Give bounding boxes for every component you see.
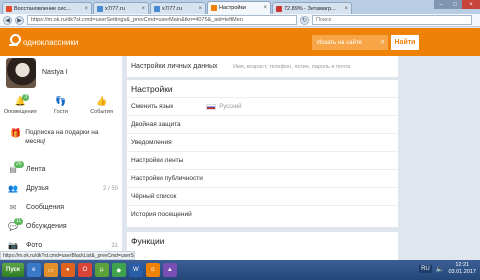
- sidebar-item-messages[interactable]: ✉ Сообщения: [0, 198, 122, 217]
- close-window-icon[interactable]: ×: [462, 0, 480, 9]
- notifications-badge: 3: [22, 94, 30, 101]
- tab-favicon-icon: [276, 5, 282, 12]
- close-tab-icon[interactable]: ×: [84, 6, 88, 12]
- language-value: Русский: [219, 103, 242, 110]
- browser-status-bar: https://m.ok.ru/dk?st.cmd=userBlackList&…: [0, 251, 135, 260]
- settings-row-visit-history[interactable]: История посещений: [127, 205, 398, 223]
- site-search-input[interactable]: Искать на сайте ⌕: [312, 35, 388, 50]
- settings-title: Настройки: [131, 84, 173, 94]
- browser-tab[interactable]: Восстановление сес... ×: [2, 2, 92, 14]
- ok-app-icon[interactable]: o: [145, 263, 160, 277]
- settings-row-notifications[interactable]: Уведомления: [127, 133, 398, 151]
- word-icon[interactable]: W: [128, 263, 143, 277]
- personal-data-row[interactable]: Настройки личных данных Имя, возраст, те…: [127, 56, 398, 77]
- browser-tab[interactable]: x7/77.ru ×: [93, 2, 149, 14]
- tab-favicon-icon: [211, 5, 217, 11]
- russian-flag-icon: [206, 103, 217, 110]
- tab-favicon-icon: [97, 5, 103, 12]
- forward-icon[interactable]: ▶: [15, 15, 24, 25]
- functions-title: Функции: [131, 236, 165, 246]
- address-bar: ◀ ▶ https://m.ok.ru/dk?st.cmd=userSettin…: [0, 14, 480, 27]
- clock[interactable]: 12:21 03.01.2017: [448, 262, 476, 276]
- close-tab-icon[interactable]: ×: [263, 5, 267, 11]
- settings-card: Настройки Сменить язык Русский Двойная з…: [127, 80, 398, 227]
- back-icon[interactable]: ◀: [3, 15, 12, 25]
- paint-icon[interactable]: ▲: [162, 263, 177, 277]
- green-app-icon[interactable]: ◆: [111, 263, 126, 277]
- folder-icon[interactable]: ▭: [43, 263, 58, 277]
- utorrent-icon[interactable]: µ: [94, 263, 109, 277]
- friends-count: 2 / 50: [102, 185, 118, 192]
- photo-count: 31: [111, 242, 118, 249]
- close-tab-icon[interactable]: ×: [344, 6, 348, 12]
- firefox-icon[interactable]: ●: [60, 263, 75, 277]
- opera-icon[interactable]: O: [77, 263, 92, 277]
- settings-content: Настройки личных данных Имя, возраст, те…: [127, 56, 398, 260]
- language-indicator[interactable]: RU: [419, 265, 432, 273]
- browser-tab-active[interactable]: Настройки ×: [207, 1, 271, 14]
- browser-tab[interactable]: x7/77.ru ×: [150, 2, 206, 14]
- friends-icon: 👥: [8, 184, 18, 193]
- tab-favicon-icon: [6, 5, 12, 12]
- find-button[interactable]: Найти: [391, 35, 419, 50]
- messages-icon: ✉: [9, 203, 17, 212]
- site-brand[interactable]: одноклассники: [23, 38, 78, 47]
- minimize-icon[interactable]: –: [434, 0, 448, 9]
- settings-row-blacklist[interactable]: Чёрный список: [127, 187, 398, 205]
- browser-search-field[interactable]: Поиск: [312, 15, 472, 25]
- close-tab-icon[interactable]: ×: [141, 6, 145, 12]
- sidebar-item-discussions[interactable]: 💬 11 Обсуждения: [0, 217, 122, 236]
- reload-icon[interactable]: ↻: [300, 15, 309, 25]
- start-button[interactable]: Пуск: [2, 263, 24, 277]
- site-header: одноклассники Искать на сайте ⌕ Найти: [0, 28, 480, 56]
- volume-icon[interactable]: 🔈: [436, 265, 445, 273]
- functions-card: Функции: [127, 232, 398, 260]
- search-icon: ⌕: [380, 37, 385, 46]
- avatar[interactable]: [6, 58, 36, 88]
- events-icon: 👍: [96, 96, 108, 106]
- browser-tab-bar: Восстановление сес... × x7/77.ru × x7/77.r…: [0, 0, 480, 14]
- counter-events[interactable]: 👍 События: [84, 96, 120, 120]
- discussions-badge: 11: [14, 218, 24, 225]
- settings-row-publicity[interactable]: Настройки публичности: [127, 169, 398, 187]
- counter-notifications[interactable]: 🔔 3 Оповещения: [2, 94, 38, 120]
- settings-row-language[interactable]: Сменить язык Русский: [127, 97, 398, 115]
- browser-tab[interactable]: 72.89% - Зетамагр... ×: [272, 2, 352, 14]
- settings-row-two-factor[interactable]: Двойная защита: [127, 115, 398, 133]
- profile-counters: 🔔 3 Оповещения 👣 Гости 👍 События: [0, 94, 122, 120]
- feed-badge: 26: [14, 161, 24, 168]
- sidebar-item-friends[interactable]: 👥 Друзья 2 / 50: [0, 179, 122, 198]
- ie-icon[interactable]: e: [26, 263, 41, 277]
- windows-taskbar: Пуск e ▭ ● O µ ◆ W o ▲ RU 🔈 12:21 03.01.…: [0, 260, 480, 280]
- gift-subscription-link[interactable]: 🎁 Подписка на подарки на месяц!: [10, 128, 118, 146]
- user-name[interactable]: Nastya I: [42, 69, 68, 76]
- sidebar-item-feed[interactable]: ▤ 26 Лента: [0, 160, 122, 179]
- close-tab-icon[interactable]: ×: [198, 6, 202, 12]
- photo-icon: 📷: [8, 241, 18, 250]
- system-tray: RU 🔈 12:21 03.01.2017: [419, 262, 476, 276]
- ok-logo-icon[interactable]: [8, 34, 21, 50]
- maximize-icon[interactable]: □: [448, 0, 462, 9]
- settings-row-feed[interactable]: Настройки ленты: [127, 151, 398, 169]
- url-field[interactable]: https://m.ok.ru/dk?st.cmd=userSettings&_…: [27, 15, 297, 25]
- window-controls: – □ ×: [434, 0, 480, 9]
- footprints-icon: 👣: [55, 96, 67, 106]
- sidebar-menu: ▤ 26 Лента 👥 Друзья 2 / 50 ✉ Сообщения 💬…: [0, 160, 122, 255]
- gift-icon: 🎁: [10, 128, 22, 138]
- counter-guests[interactable]: 👣 Гости: [43, 96, 79, 120]
- sidebar: Nastya I 🔔 3 Оповещения 👣 Гости 👍 Событи…: [0, 56, 122, 260]
- tab-favicon-icon: [154, 5, 160, 12]
